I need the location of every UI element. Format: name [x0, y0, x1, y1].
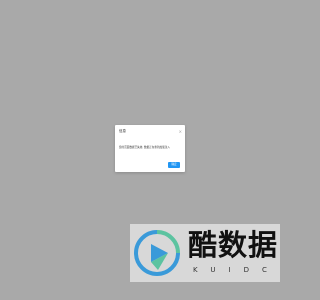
info-dialog: 信息 × 您的页面数据已失效, 数据正在重新加载注入 确定 — [115, 125, 185, 172]
dialog-title: 信息 — [119, 129, 126, 133]
confirm-button[interactable]: 确定 — [168, 162, 180, 168]
dialog-message: 您的页面数据已失效, 数据正在重新加载注入 — [119, 146, 170, 149]
watermark-logo: 酷数据 KUIDC — [130, 224, 280, 282]
page-overlay: 信息 × 您的页面数据已失效, 数据正在重新加载注入 确定 酷数据 KUIDC — [0, 0, 300, 300]
brand-subtext: KUIDC — [193, 266, 280, 274]
brand-text: 酷数据 — [188, 228, 279, 262]
close-icon[interactable]: × — [179, 129, 182, 134]
play-icon — [134, 230, 180, 276]
